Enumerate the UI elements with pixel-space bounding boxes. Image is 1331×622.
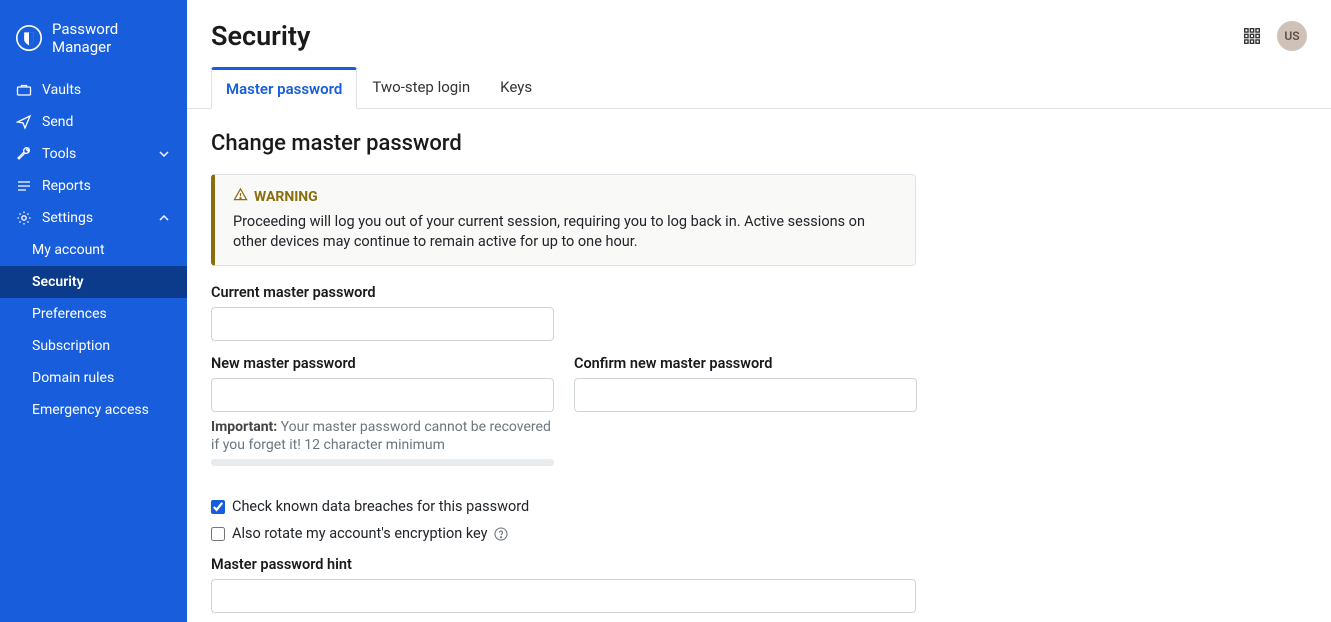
new-password-label: New master password	[211, 355, 554, 372]
content: Change master password WARNING Proceedin…	[187, 109, 1147, 622]
chevron-up-icon	[157, 211, 171, 225]
sidebar-subitem-emergency-access[interactable]: Emergency access	[0, 394, 187, 426]
hint-label: Master password hint	[211, 556, 1123, 573]
sidebar-subitem-label: Emergency access	[32, 402, 149, 418]
shield-logo-icon	[16, 25, 42, 51]
sidebar-item-reports[interactable]: Reports	[0, 170, 187, 202]
brand[interactable]: Password Manager	[0, 16, 187, 74]
rotate-key-checkbox[interactable]	[211, 527, 225, 541]
warning-box: WARNING Proceeding will log you out of y…	[211, 174, 916, 266]
page-header: Security US	[187, 0, 1331, 52]
confirm-password-label: Confirm new master password	[574, 355, 917, 372]
gear-icon	[16, 210, 32, 226]
page-title: Security	[211, 20, 310, 52]
current-password-label: Current master password	[211, 284, 1123, 301]
apps-grid-icon[interactable]	[1243, 27, 1261, 45]
briefcase-icon	[16, 82, 32, 98]
warning-label: WARNING	[254, 189, 318, 205]
sidebar-item-label: Send	[42, 114, 73, 130]
tab-master-password[interactable]: Master password	[211, 67, 357, 109]
send-icon	[16, 114, 32, 130]
sidebar-item-vaults[interactable]: Vaults	[0, 74, 187, 106]
sidebar-item-label: Vaults	[42, 82, 81, 98]
sidebar-subitem-preferences[interactable]: Preferences	[0, 298, 187, 330]
sidebar-subitem-security[interactable]: Security	[0, 266, 187, 298]
sidebar-subitem-subscription[interactable]: Subscription	[0, 330, 187, 362]
warning-text: Proceeding will log you out of your curr…	[233, 212, 897, 253]
tab-keys[interactable]: Keys	[485, 67, 547, 109]
sidebar-item-settings[interactable]: Settings	[0, 202, 187, 234]
check-breach-label: Check known data breaches for this passw…	[232, 498, 529, 515]
tab-two-step-login[interactable]: Two-step login	[357, 67, 485, 109]
sidebar-item-label: Settings	[42, 210, 93, 226]
sidebar-subitem-label: My account	[32, 242, 105, 258]
password-strength-bar	[211, 459, 554, 466]
sidebar-item-label: Tools	[42, 146, 76, 162]
rotate-key-label: Also rotate my account's encryption key	[232, 525, 487, 542]
sidebar-item-label: Reports	[42, 178, 91, 194]
new-password-input[interactable]	[211, 378, 554, 412]
chevron-down-icon	[157, 147, 171, 161]
sidebar-item-tools[interactable]: Tools	[0, 138, 187, 170]
current-password-input[interactable]	[211, 307, 554, 341]
main-content: Security US Master password Two-step log…	[187, 0, 1331, 622]
sidebar: Password Manager Vaults Send Tools Repor…	[0, 0, 187, 622]
confirm-password-input[interactable]	[574, 378, 917, 412]
sidebar-subitem-domain-rules[interactable]: Domain rules	[0, 362, 187, 394]
brand-title: Password Manager	[52, 20, 171, 56]
important-hint: Important: Your master password cannot b…	[211, 418, 554, 456]
warning-icon	[233, 187, 248, 206]
section-title: Change master password	[211, 131, 1123, 156]
avatar[interactable]: US	[1277, 21, 1307, 51]
sidebar-subitem-label: Security	[32, 274, 84, 290]
sidebar-item-send[interactable]: Send	[0, 106, 187, 138]
sidebar-subitem-label: Domain rules	[32, 370, 114, 386]
wrench-icon	[16, 146, 32, 162]
info-icon[interactable]	[494, 527, 508, 541]
bars-icon	[16, 178, 32, 194]
sidebar-subitem-label: Subscription	[32, 338, 110, 354]
sidebar-subitem-my-account[interactable]: My account	[0, 234, 187, 266]
hint-input[interactable]	[211, 579, 916, 613]
sidebar-subitem-label: Preferences	[32, 306, 107, 322]
tabs: Master password Two-step login Keys	[187, 66, 1331, 109]
check-breach-checkbox[interactable]	[211, 500, 225, 514]
